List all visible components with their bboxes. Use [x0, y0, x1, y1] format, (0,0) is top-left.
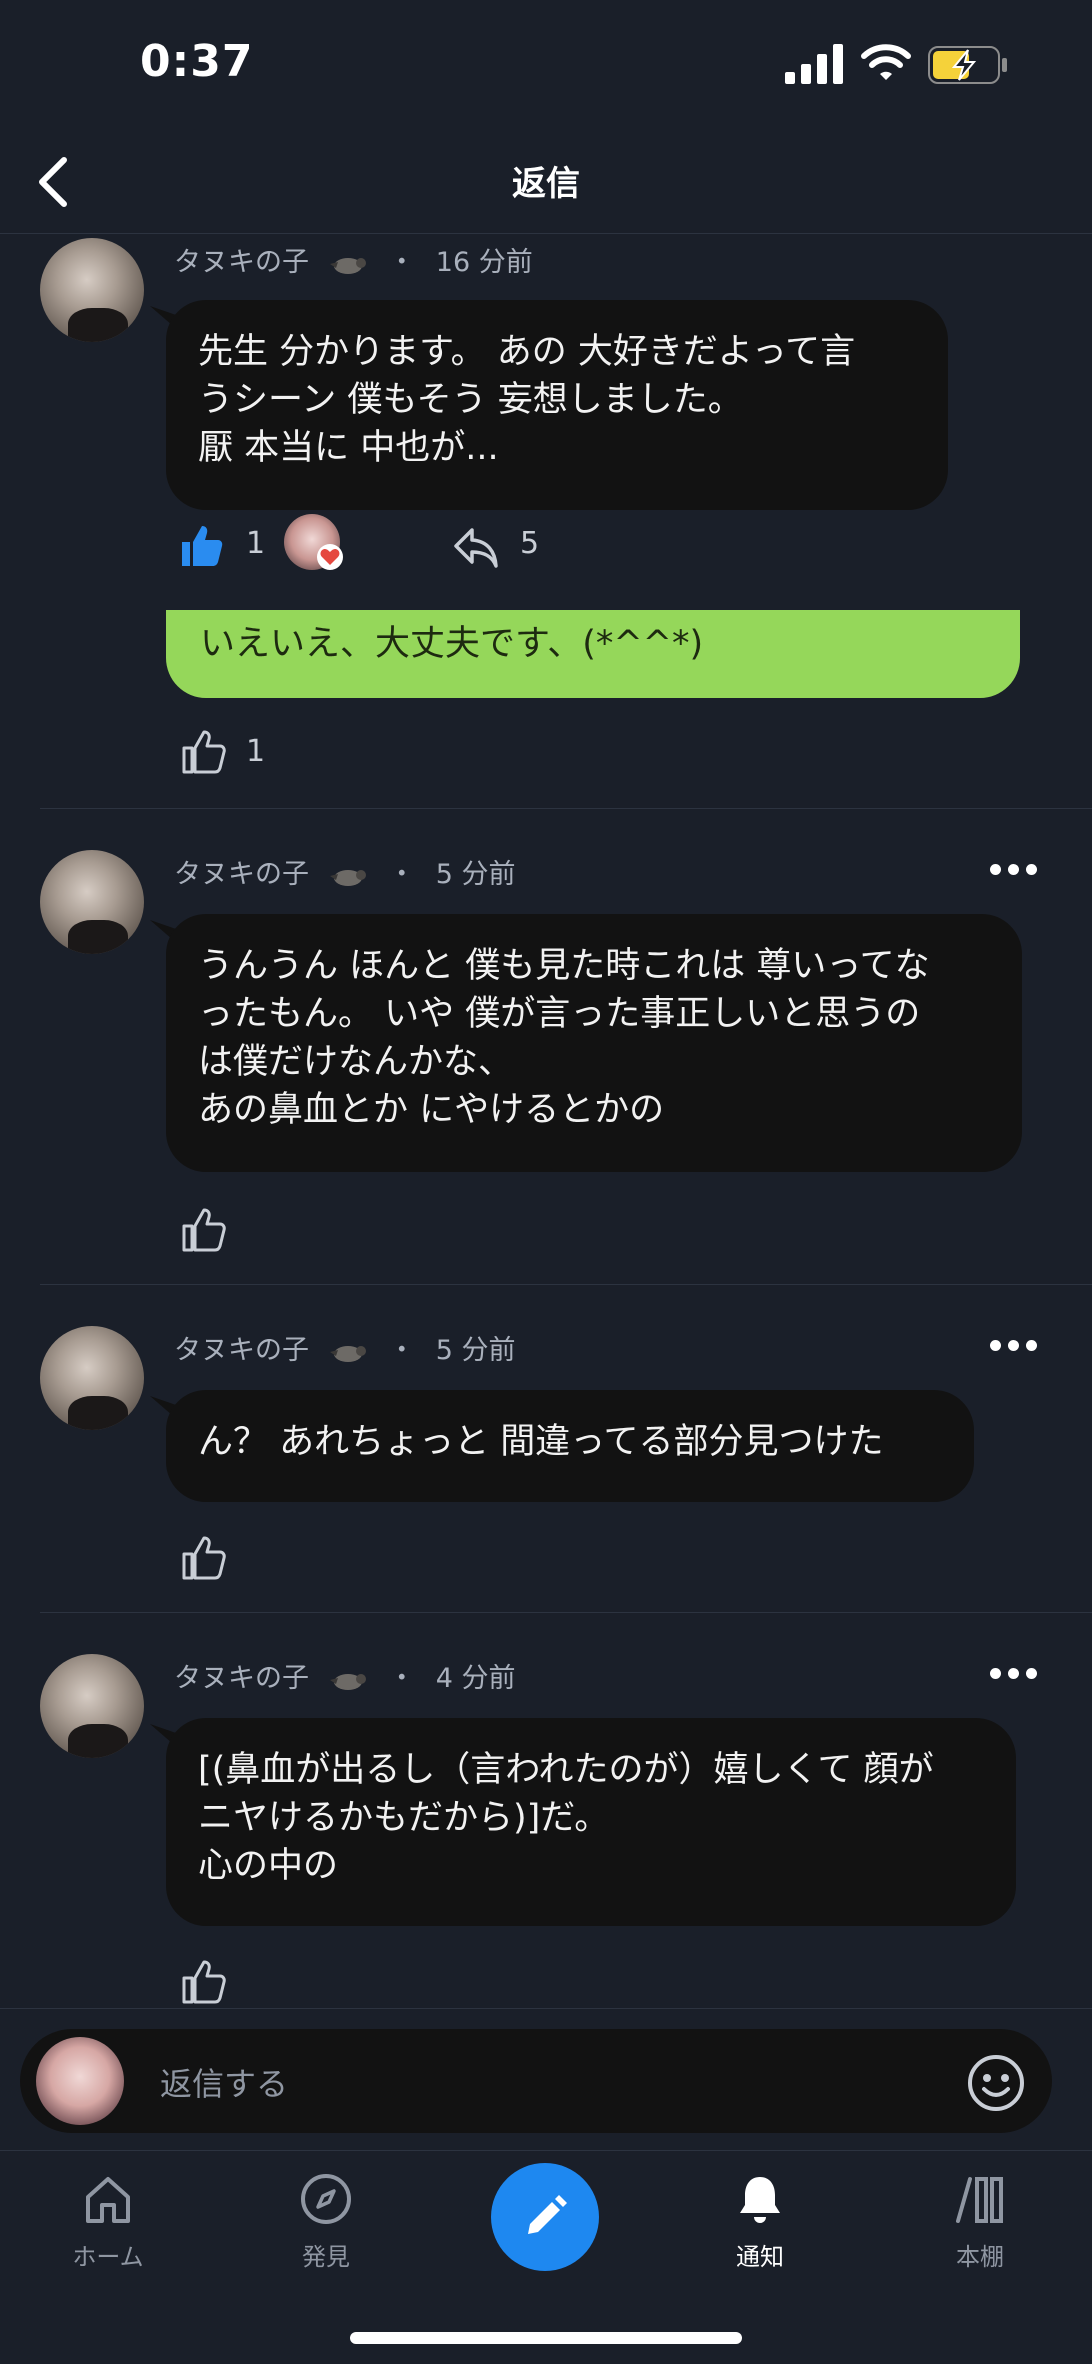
- divider: [40, 1284, 1092, 1285]
- bookshelf-icon: [956, 2177, 1003, 2223]
- wifi-icon: [861, 44, 911, 80]
- comment-bubble[interactable]: [(鼻血が出るし（言われたのが）嬉しくて 顔が ニヤけるかもだから)]だ。 心の…: [166, 1718, 1016, 1926]
- comment-bubble[interactable]: ん？ あれちょっと 間違ってる部分見つけた: [166, 1390, 974, 1502]
- pencil-icon: [528, 2195, 567, 2234]
- status-time: 0:37: [140, 36, 254, 87]
- author-name: タヌキの子: [174, 859, 309, 890]
- raccoon-icon: [329, 1673, 366, 1690]
- divider: [40, 1612, 1092, 1613]
- tab-label: 発見: [302, 2243, 350, 2271]
- raccoon-icon: [329, 1345, 366, 1362]
- emoji-icon[interactable]: [966, 2053, 1026, 2113]
- compass-icon: [301, 2174, 351, 2224]
- tab-home[interactable]: ホーム: [38, 2171, 178, 2291]
- comment-time: 16 分前: [435, 247, 533, 278]
- author-name: タヌキの子: [174, 247, 309, 278]
- avatar[interactable]: [40, 850, 144, 954]
- reply-count: 5: [520, 526, 540, 561]
- divider: [40, 808, 1092, 809]
- thumbs-up-filled-icon[interactable]: [178, 522, 226, 570]
- liker-avatar[interactable]: [284, 514, 343, 570]
- reply-bar: 返信する: [0, 2008, 1092, 2150]
- parent-comment: タヌキの子 ・ 16 分前 先生 分かります。 あの 大好きだよって言 うシーン…: [0, 234, 1092, 610]
- user-avatar: [36, 2037, 124, 2125]
- tab-notifications[interactable]: 通知: [690, 2171, 830, 2291]
- avatar[interactable]: [40, 1326, 144, 1430]
- signal-icon: [785, 44, 843, 84]
- raccoon-icon: [329, 257, 366, 274]
- comment-time: 5 分前: [435, 859, 516, 890]
- reply-bubble-green[interactable]: いえいえ、大丈夫です、(*^^*): [166, 610, 1020, 698]
- thumbs-up-icon[interactable]: [180, 728, 228, 776]
- status-bar: 0:37: [0, 0, 1092, 130]
- header: 返信: [0, 130, 1092, 234]
- page-title: 返信: [512, 164, 580, 204]
- comment-meta: タヌキの子 ・ 5 分前: [174, 1335, 516, 1366]
- home-indicator[interactable]: [350, 2332, 742, 2344]
- tab-label: 本棚: [956, 2243, 1004, 2271]
- reply-input[interactable]: 返信する: [20, 2029, 1052, 2133]
- battery-icon: [928, 46, 1007, 84]
- compose-button[interactable]: [491, 2163, 599, 2271]
- like-count: 1: [246, 526, 266, 561]
- thumbs-up-icon[interactable]: [180, 1534, 228, 1582]
- more-options-button[interactable]: [984, 854, 1044, 884]
- comment-time: 4 分前: [435, 1663, 516, 1694]
- author-name: タヌキの子: [174, 1335, 309, 1366]
- comment-meta: タヌキの子 ・ 4 分前: [174, 1663, 516, 1694]
- tab-label: 通知: [736, 2243, 784, 2271]
- thumbs-up-icon[interactable]: [180, 1206, 228, 1254]
- reply-placeholder[interactable]: 返信する: [160, 2059, 288, 2105]
- more-options-button[interactable]: [984, 1330, 1044, 1360]
- bell-icon: [740, 2177, 780, 2223]
- avatar[interactable]: [40, 1654, 144, 1758]
- author-name: タヌキの子: [174, 1663, 309, 1694]
- comment-bubble[interactable]: うんうん ほんと 僕も見た時これは 尊いってな ったもん。 いや 僕が言った事正…: [166, 914, 1022, 1172]
- home-icon: [86, 2177, 130, 2223]
- like-count: 1: [246, 734, 266, 769]
- tab-bookshelf[interactable]: 本棚: [910, 2171, 1050, 2291]
- comment-meta: タヌキの子 ・ 5 分前: [174, 859, 516, 890]
- avatar[interactable]: [40, 238, 144, 342]
- raccoon-icon: [329, 869, 366, 886]
- comment-meta: タヌキの子 ・ 16 分前: [174, 247, 533, 278]
- tab-label: ホーム: [72, 2243, 144, 2271]
- comment-time: 5 分前: [435, 1335, 516, 1366]
- tab-discover[interactable]: 発見: [256, 2171, 396, 2291]
- more-options-button[interactable]: [984, 1658, 1044, 1688]
- comment-bubble[interactable]: 先生 分かります。 あの 大好きだよって言 うシーン 僕もそう 妄想しました。 …: [166, 300, 948, 510]
- thumbs-up-icon[interactable]: [180, 1958, 228, 2006]
- reply-arrow-icon[interactable]: [452, 524, 500, 572]
- heart-icon: [317, 544, 343, 570]
